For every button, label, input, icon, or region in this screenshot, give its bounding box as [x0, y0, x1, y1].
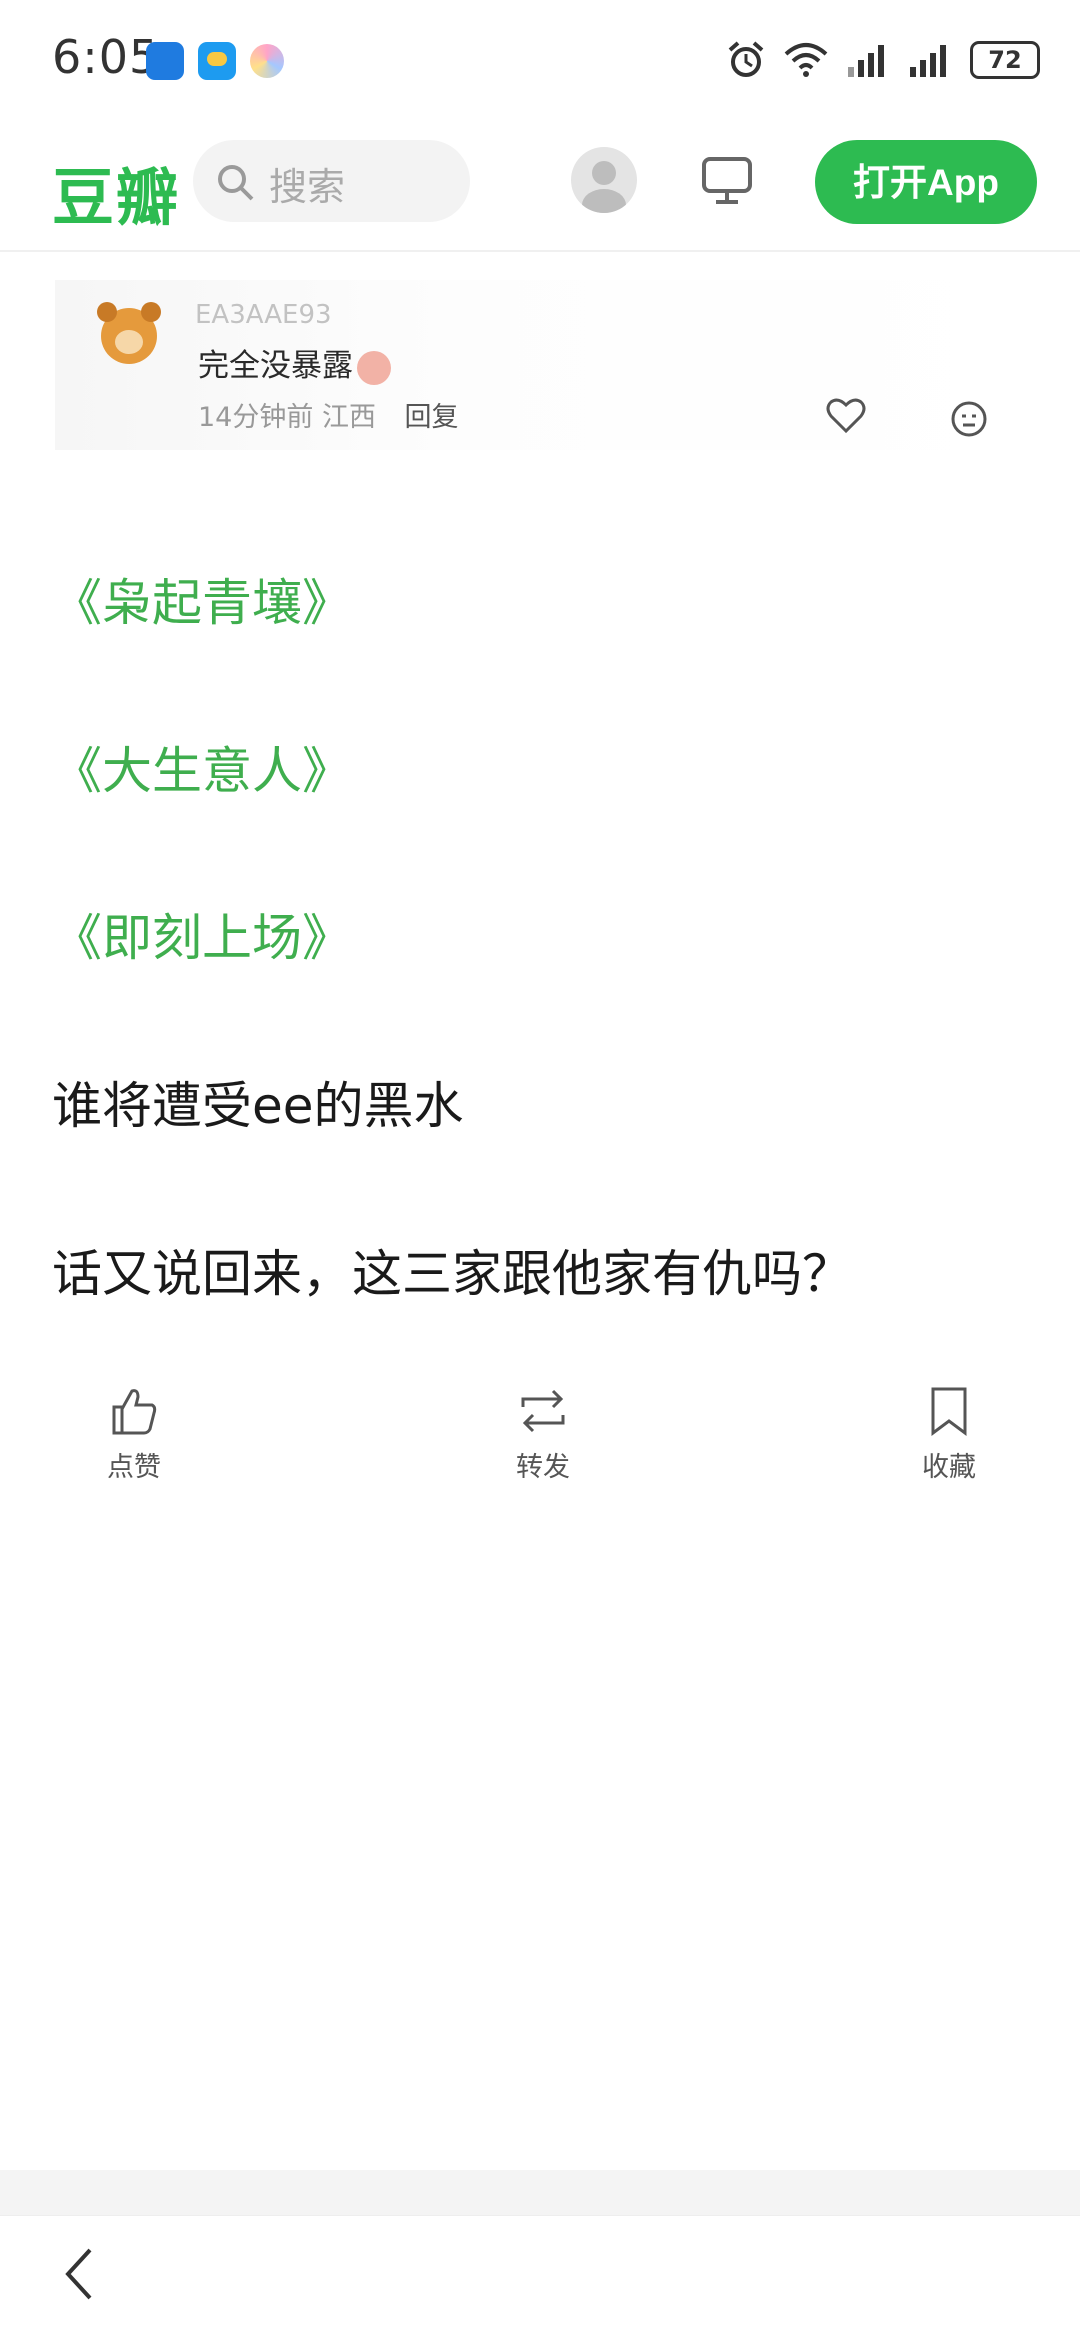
emoji-icon	[357, 350, 391, 385]
system-icons: 72	[726, 40, 1040, 80]
notification-icons	[146, 42, 284, 80]
drama-title-link-2[interactable]: 《大生意人》	[52, 741, 352, 801]
like-label: 点赞	[107, 1452, 161, 1483]
alarm-icon	[728, 41, 764, 77]
commenter-name: EA3AAE93	[195, 300, 332, 330]
wifi-icon	[784, 43, 828, 77]
repost-icon	[521, 1389, 565, 1433]
search-icon	[218, 165, 254, 201]
user-icon	[582, 161, 626, 213]
repost-button[interactable]: 转发	[483, 1385, 603, 1484]
repost-label: 转发	[516, 1452, 570, 1483]
bookmark-icon	[931, 1387, 967, 1436]
douban-logo[interactable]: 豆瓣	[52, 147, 180, 237]
back-arrow-icon[interactable]	[60, 2244, 100, 2304]
status-time: 6:05	[52, 30, 160, 84]
thumbs-up-icon	[112, 1389, 157, 1435]
app-notification-icon	[146, 42, 184, 80]
open-app-button[interactable]: 打开App	[815, 140, 1037, 224]
top-nav-bar: 豆瓣 搜索 打开App	[0, 125, 1080, 252]
bottom-nav-bar	[0, 2215, 1080, 2332]
comment-body: 完全没暴露	[198, 348, 353, 384]
commenter-avatar	[97, 302, 161, 364]
divider-band	[0, 2170, 1080, 2215]
signal-icon-2	[910, 45, 946, 77]
battery-icon: 72	[970, 41, 1040, 79]
weather-app-icon	[198, 42, 236, 80]
comment-time-location: 14分钟前 江西	[198, 402, 376, 433]
search-placeholder: 搜索	[269, 165, 346, 209]
comment-text: 完全没暴露	[198, 340, 391, 385]
drama-title-link-3[interactable]: 《即刻上场》	[52, 908, 352, 968]
collect-label: 收藏	[922, 1452, 976, 1483]
drama-title-link-1[interactable]: 《枭起青壤》	[52, 573, 352, 633]
comment-meta: 14分钟前 江西 回复	[198, 395, 459, 434]
collect-button[interactable]: 收藏	[889, 1385, 1009, 1484]
monitor-icon[interactable]	[700, 153, 754, 207]
comment-screenshot-image: EA3AAE93 完全没暴露 14分钟前 江西 回复	[55, 280, 1025, 450]
reply-label: 回复	[404, 402, 459, 433]
post-text-line-2: 话又说回来，这三家跟他家有仇吗？	[52, 1245, 852, 1303]
like-button[interactable]: 点赞	[74, 1385, 194, 1484]
status-bar: 6:05 72	[0, 0, 1080, 125]
post-text-line-1: 谁将遭受ee的黑水	[52, 1077, 464, 1135]
search-input[interactable]: 搜索	[193, 140, 470, 222]
signal-icon	[848, 45, 884, 77]
avatar[interactable]	[571, 147, 637, 213]
assistant-icon	[250, 44, 284, 78]
heart-icon	[826, 398, 866, 434]
emoji-face-icon	[951, 401, 987, 437]
